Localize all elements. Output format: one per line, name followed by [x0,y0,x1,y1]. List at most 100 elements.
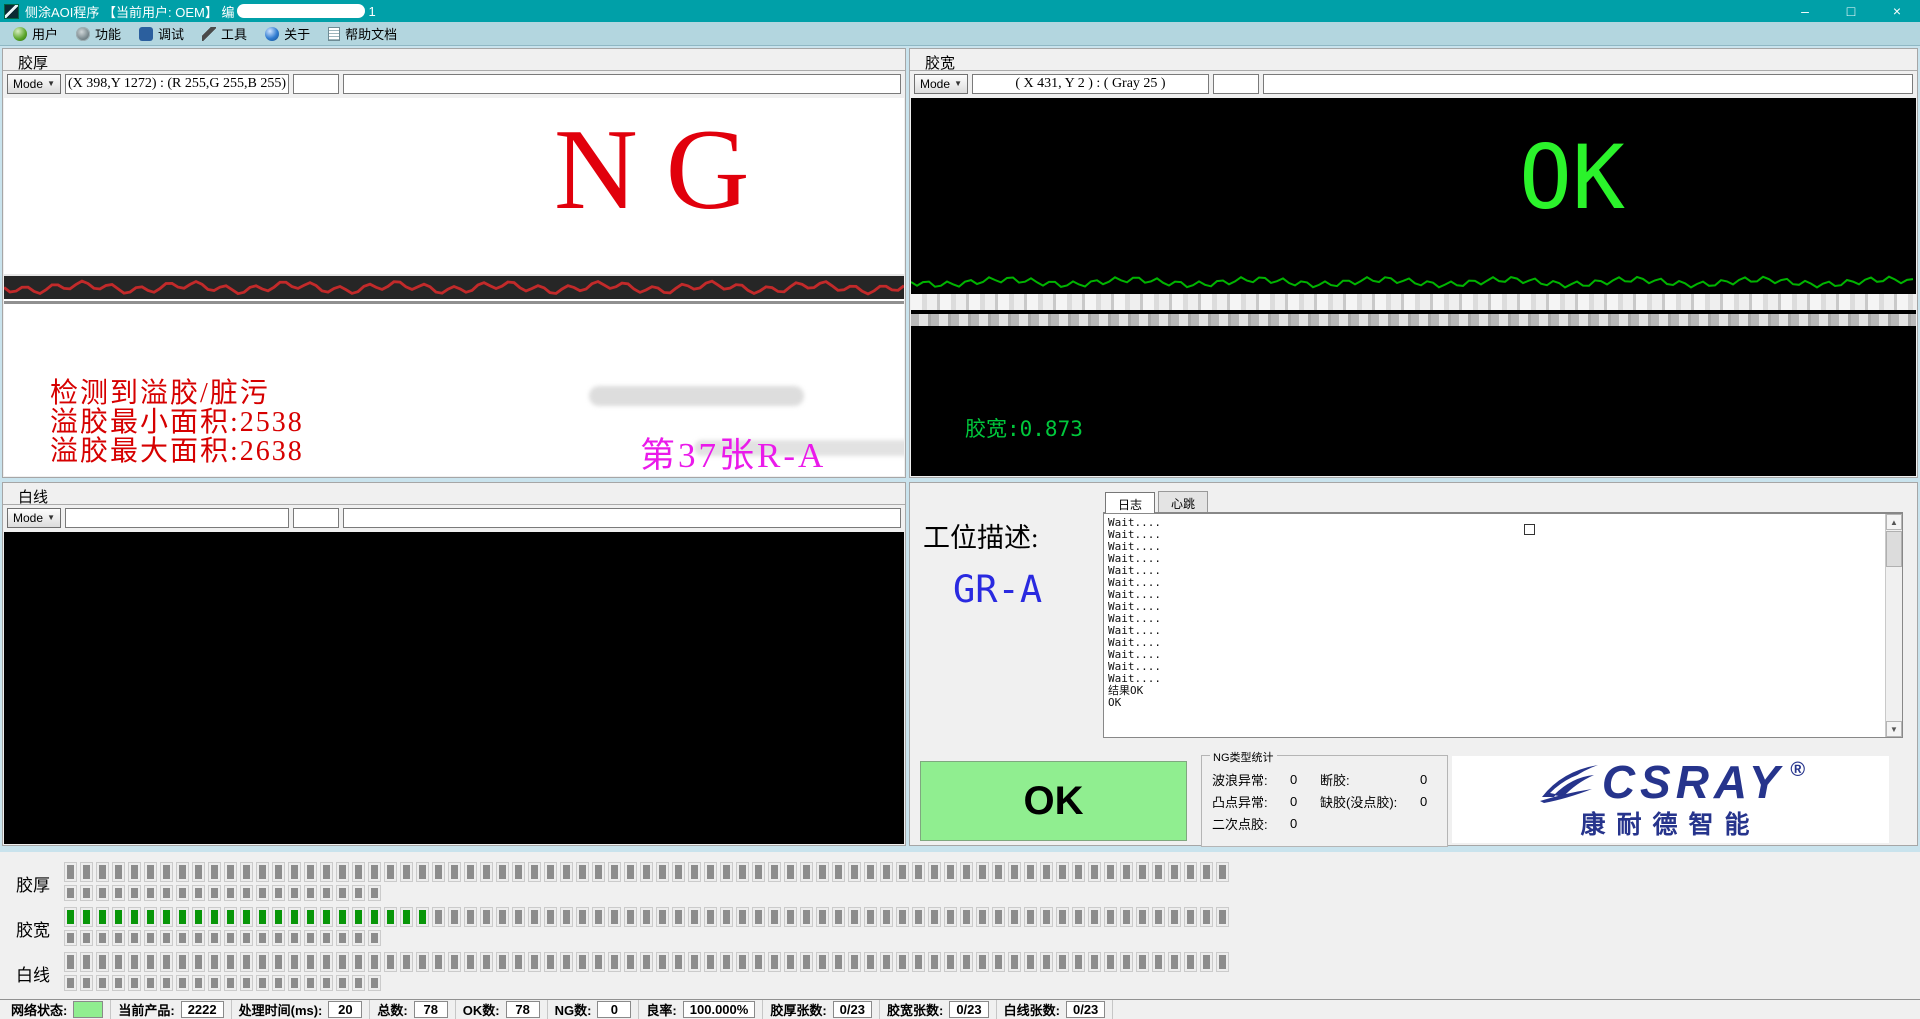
indicator-cell [1136,907,1149,927]
indicator-cell [464,862,477,882]
log-checkbox[interactable] [1524,524,1535,535]
indicator-cell [560,907,573,927]
indicator-cell [240,885,253,901]
value-box-wide[interactable] [343,508,901,528]
indicator-cell [944,952,957,972]
value-box-wide[interactable] [1263,74,1913,94]
indicator-cell [368,975,381,991]
indicator-cell [176,907,189,927]
jiaohou-image-view[interactable]: NG 检测到溢胶/脏污 溢胶最小面积:2538 溢胶最大面积:2638 第37张… [4,98,904,476]
minimize-button[interactable]: – [1782,0,1828,22]
mode-dropdown[interactable]: Mode ▼ [7,74,61,94]
mode-dropdown[interactable]: Mode ▼ [7,508,61,528]
indicator-cell [656,907,669,927]
indicator-cell [784,907,797,927]
status-label: 胶厚张数: [770,1000,826,1019]
jiaokuan-image-view[interactable]: OK 胶宽:0.873 [911,98,1916,476]
indicator-cell [432,907,445,927]
ng-stats-groupbox: NG类型统计 波浪异常:0凸点异常:0二次点胶:0 断胶:0缺胶(没点胶):0 [1201,755,1448,847]
indicator-cell [720,862,733,882]
indicator-cell [288,952,301,972]
baixian-image-view[interactable] [4,532,904,844]
log-line: Wait.... [1108,637,1902,649]
indicator-cell [112,862,125,882]
indicator-cell [288,975,301,991]
menu-item-about[interactable]: 关于 [256,22,319,45]
indicator-cell [80,885,93,901]
indicator-cell [576,952,589,972]
status-value: 0/23 [1066,1001,1105,1018]
menu-item-tools[interactable]: 工具 [193,22,256,45]
log-line: Wait.... [1108,613,1902,625]
indicator-cell [864,952,877,972]
indicator-cell [64,907,77,927]
coordinate-display[interactable]: ( X 431, Y 2 ) : ( Gray 25 ) [972,74,1209,94]
value-box-small[interactable] [1213,74,1259,94]
statusbar: 网络状态:当前产品:2222处理时间(ms):20总数:78OK数:78NG数:… [0,999,1920,1019]
status-item: 胶厚张数: 0/23 [763,1000,880,1019]
indicator-cell [720,907,733,927]
status-item: 白线张数:0/23 [997,1000,1114,1019]
indicator-cell [160,930,173,946]
indicator-cell [752,907,765,927]
log-list[interactable]: Wait....Wait....Wait....Wait....Wait....… [1103,513,1903,738]
menu-item-function[interactable]: 功能 [67,22,130,45]
coordinate-display[interactable]: (X 398,Y 1272) : (R 255,G 255,B 255) [65,74,289,94]
scrollbar-thumb[interactable] [1886,531,1902,567]
log-line: Wait.... [1108,541,1902,553]
indicator-cell [736,952,749,972]
indicator-cell [992,862,1005,882]
indicator-cell [192,862,205,882]
coordinate-display[interactable] [65,508,289,528]
indicator-cell [448,907,461,927]
indicator-cell [640,952,653,972]
log-line: Wait.... [1108,517,1902,529]
menu-item-user[interactable]: 用户 [4,22,67,45]
indicator-cell [960,952,973,972]
maximize-button[interactable]: □ [1828,0,1874,22]
close-button[interactable]: × [1874,0,1920,22]
value-box-wide[interactable] [343,74,901,94]
indicator-cell [1024,952,1037,972]
indicator-cell [592,907,605,927]
indicator-cell [352,975,365,991]
status-label: 总数: [377,1000,407,1019]
indicator-cell [192,952,205,972]
overall-result-button[interactable]: OK [920,761,1187,841]
indicator-cell [1120,952,1133,972]
indicator-cell [192,885,205,901]
scroll-up-icon[interactable]: ▲ [1886,514,1902,530]
panel-jiaohou-modebar: Mode ▼ (X 398,Y 1272) : (R 255,G 255,B 2… [3,71,905,97]
menu-item-debug[interactable]: 调试 [130,22,193,45]
indicator-cell [560,862,573,882]
indicator-cell [144,930,157,946]
status-value: 0 [597,1001,631,1018]
indicator-cell [144,907,157,927]
indicator-cell [96,930,109,946]
value-box-small[interactable] [293,508,339,528]
menu-item-help-doc[interactable]: 帮助文档 [319,22,406,45]
status-label: 当前产品: [118,1000,174,1019]
indicator-cell [160,952,173,972]
status-item: 总数:78 [370,1000,455,1019]
indicator-cell [224,952,237,972]
indicator-cell [1024,907,1037,927]
indicator-cell [896,862,909,882]
log-tab-心跳[interactable]: 心跳 [1158,491,1208,512]
indicator-cell [688,862,701,882]
indicator-cell [464,952,477,972]
indicator-cell [1056,952,1069,972]
indicator-cell [160,907,173,927]
scroll-down-icon[interactable]: ▼ [1886,721,1902,737]
mode-dropdown[interactable]: Mode ▼ [914,74,968,94]
window-title-text: 侧涂AOI程序 【当前用户: OEM】 编 [25,2,234,21]
indicator-cell [896,907,909,927]
indicator-cell [544,952,557,972]
indicator-cell [608,952,621,972]
log-scrollbar[interactable]: ▲ ▼ [1885,514,1902,737]
status-value: 0/23 [833,1001,872,1018]
indicator-cell [176,862,189,882]
log-tab-日志[interactable]: 日志 [1105,492,1155,513]
indicator-cell [96,952,109,972]
value-box-small[interactable] [293,74,339,94]
